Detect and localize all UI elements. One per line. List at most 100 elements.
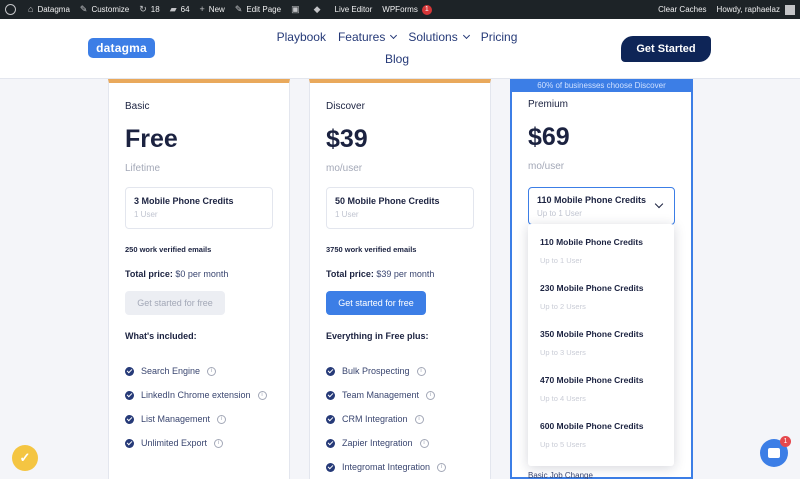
plan-price-sub: Lifetime — [125, 163, 161, 174]
nav-pricing[interactable]: Pricing — [475, 26, 524, 48]
check-icon — [326, 414, 335, 424]
feature-item: CRM Integration i — [326, 407, 474, 431]
emails-count: 250 work verified emails — [125, 245, 212, 254]
live-editor-link[interactable]: Live Editor — [330, 0, 378, 19]
feature-list: Bulk Prospecting i Team Management i CRM I… — [326, 359, 474, 479]
pencil-icon: ✎ — [234, 4, 243, 14]
chat-widget-button[interactable]: 1 — [760, 436, 791, 467]
avatar — [785, 4, 795, 15]
plan-name: Discover — [326, 101, 365, 112]
check-icon — [326, 462, 335, 472]
feature-item: Team Management i — [326, 383, 474, 407]
customize-link[interactable]: ✎ Customize — [75, 0, 134, 19]
plan-card-discover: Discover $39 mo/user 50 Mobile Phone Cre… — [309, 79, 491, 479]
get-started-free-button[interactable]: Get started for free — [125, 291, 225, 315]
plan-price: $69 — [528, 123, 570, 151]
feature-list: Search Engine i LinkedIn Chrome extension… — [125, 359, 273, 455]
yoast-icon: ▣ — [291, 4, 300, 14]
info-icon[interactable]: i — [214, 438, 224, 448]
chevron-down-icon — [462, 31, 470, 40]
wp-admin-bar: ⌂ Datagma ✎ Customize ↻ 18 ▰ 64 + New ✎ Edit P… — [0, 0, 800, 19]
info-icon[interactable]: i — [217, 414, 227, 424]
dropdown-option[interactable]: 600 Mobile Phone Credits Up to 5 Users — [528, 416, 674, 462]
get-started-free-button[interactable]: Get started for free — [326, 291, 426, 315]
plus-icon: + — [199, 4, 205, 14]
feature-item: Zapier Integration i — [326, 431, 474, 455]
check-icon — [125, 390, 134, 400]
info-icon[interactable]: i — [437, 462, 447, 472]
dropdown-option[interactable]: 470 Mobile Phone Credits Up to 4 Users — [528, 370, 674, 416]
check-icon — [326, 390, 335, 400]
yoast-menu[interactable]: ▣ — [286, 0, 309, 19]
info-icon[interactable]: i — [257, 390, 267, 400]
edit-page-link[interactable]: ✎ Edit Page — [230, 0, 286, 19]
refresh-icon: ↻ — [139, 4, 147, 14]
site-name-link[interactable]: ⌂ Datagma — [23, 0, 75, 19]
plan-name: Premium — [528, 99, 569, 110]
wpforms-menu[interactable]: WPForms 1 — [377, 0, 436, 19]
feature-item: Basic Job Change — [528, 471, 593, 479]
wp-logo-menu[interactable] — [0, 0, 23, 19]
info-icon[interactable]: i — [414, 414, 424, 424]
emails-count: 3750 work verified emails — [326, 245, 417, 254]
info-icon[interactable]: i — [426, 390, 436, 400]
main-nav: Playbook Features Solutions Pricing Blog — [262, 26, 532, 70]
wordpress-icon — [5, 4, 16, 15]
clear-caches-link[interactable]: Clear Caches — [653, 0, 711, 19]
included-title: Everything in Free plus: — [326, 331, 429, 341]
credits-title: 3 Mobile Phone Credits — [134, 196, 234, 206]
new-content-link[interactable]: + New — [195, 0, 230, 19]
plan-name: Basic — [125, 101, 150, 112]
credits-sub: 1 User — [335, 210, 359, 219]
total-price: Total price: $39 per month — [326, 269, 435, 279]
info-icon[interactable]: i — [419, 438, 429, 448]
dropdown-option[interactable]: 110 Mobile Phone Credits Up to 1 User — [528, 232, 674, 278]
chevron-down-icon — [390, 31, 398, 40]
chat-badge: 1 — [780, 436, 791, 447]
credits-title: 50 Mobile Phone Credits — [335, 196, 440, 206]
vc-icon: ◆ — [313, 4, 321, 14]
dropdown-option[interactable]: 350 Mobile Phone Credits Up to 3 Users — [528, 324, 674, 370]
plan-price: $39 — [326, 125, 368, 153]
credits-dropdown: 110 Mobile Phone Credits Up to 1 User 230… — [528, 224, 674, 466]
feature-item: Unlimited Export i — [125, 431, 273, 455]
popular-banner: 60% of businesses choose Discover — [510, 79, 693, 92]
plan-card-basic: Basic Free Lifetime 3 Mobile Phone Credi… — [108, 79, 290, 479]
get-started-button[interactable]: Get Started — [621, 36, 711, 62]
feature-item: Bulk Prospecting i — [326, 359, 474, 383]
plan-price-sub: mo/user — [326, 163, 363, 174]
nav-solutions[interactable]: Solutions — [402, 26, 474, 48]
wpforms-badge: 1 — [421, 4, 432, 15]
info-icon[interactable]: i — [207, 366, 217, 376]
credits-select[interactable]: 110 Mobile Phone Credits Up to 1 User — [528, 187, 675, 225]
feedback-widget-icon[interactable]: ✓ — [12, 445, 38, 471]
check-icon — [125, 438, 134, 448]
select-sub: Up to 1 User — [537, 209, 582, 218]
updates-link[interactable]: ↻ 18 — [134, 0, 164, 19]
feature-item: List Management i — [125, 407, 273, 431]
total-price: Total price: $0 per month — [125, 269, 229, 279]
brush-icon: ✎ — [79, 4, 88, 14]
comment-icon: ▰ — [169, 4, 177, 14]
credits-sub: 1 User — [134, 210, 158, 219]
credits-box: 50 Mobile Phone Credits 1 User — [326, 187, 474, 229]
check-icon — [125, 414, 134, 424]
credits-box: 3 Mobile Phone Credits 1 User — [125, 187, 273, 229]
check-icon — [326, 438, 335, 448]
nav-playbook[interactable]: Playbook — [271, 26, 332, 48]
check-icon — [125, 366, 134, 376]
nav-features[interactable]: Features — [332, 26, 402, 48]
comments-link[interactable]: ▰ 64 — [165, 0, 195, 19]
nav-blog[interactable]: Blog — [379, 48, 415, 70]
feature-item: Search Engine i — [125, 359, 273, 383]
plan-price: Free — [125, 125, 178, 153]
chat-icon — [768, 448, 780, 458]
dropdown-option[interactable]: 230 Mobile Phone Credits Up to 2 Users — [528, 278, 674, 324]
home-icon: ⌂ — [28, 4, 34, 14]
included-title: What's included: — [125, 331, 197, 341]
datagma-logo[interactable]: datagma — [88, 38, 155, 58]
account-menu[interactable]: Howdy, raphaelaz — [712, 0, 800, 19]
info-icon[interactable]: i — [416, 366, 426, 376]
visual-composer-menu[interactable]: ◆ — [309, 0, 330, 19]
check-icon — [326, 366, 335, 376]
